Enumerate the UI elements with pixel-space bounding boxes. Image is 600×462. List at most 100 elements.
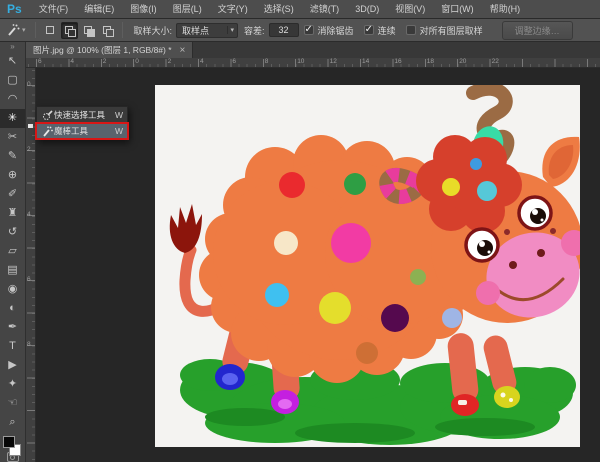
checkbox-icon (304, 25, 314, 35)
type-tool-icon: T (9, 340, 16, 352)
ruler-number: 6 (27, 276, 31, 283)
document-tab[interactable]: 图片.jpg @ 100% (图层 1, RGB/8#) * × (26, 42, 193, 58)
ruler-number: 2 (103, 58, 107, 65)
menu-filter[interactable]: 滤镜(T) (302, 0, 348, 18)
lasso-tool[interactable]: ◠ (0, 90, 25, 109)
ruler-number: 6 (232, 58, 236, 65)
healing-brush-tool-icon: ⊕ (8, 169, 17, 181)
clone-stamp-tool-icon: ♜ (8, 207, 18, 219)
menu-3d[interactable]: 3D(D) (347, 0, 387, 18)
left-eye (466, 229, 498, 261)
tool-preset-caret: ▾ (22, 26, 26, 34)
sample-all-layers-label: 对所有图层取样 (420, 24, 483, 37)
menu-edit[interactable]: 编辑(E) (76, 0, 122, 18)
options-bar: ▾ 取样大小: 取样点 ▾ 容差: 32 消除锯齿 连续 对所有图层取样 调整边… (0, 19, 600, 42)
ruler-number: 0 (135, 58, 139, 65)
horizontal-ruler[interactable]: 6420246810121416182022 (26, 58, 600, 68)
gradient-tool[interactable]: ▤ (0, 261, 25, 280)
ruler-number: 4 (200, 58, 204, 65)
flower-dot (442, 178, 460, 196)
tolerance-input[interactable]: 32 (269, 23, 299, 37)
move-tool[interactable]: ↖ (0, 52, 25, 71)
flyout-item-label: 快速选择工具 (54, 109, 111, 121)
toolbar: » ↖ ▢ ◠✳✂ ✎ ⊕ ✐ ♜ ↺ ▱ ▤ ◉ ◐✒ T ▶ ✦ ☜ ⌕ (0, 42, 26, 462)
sample-size-dropdown[interactable]: 取样点 ▾ (176, 23, 238, 38)
current-tool-button[interactable]: ▾ (0, 23, 30, 37)
clone-stamp-tool[interactable]: ♜ (0, 204, 25, 223)
gradient-tool-icon: ▤ (7, 264, 17, 276)
color-swatches[interactable] (0, 434, 25, 452)
hand-tool[interactable]: ☜ (0, 394, 25, 413)
hoof-yellow (494, 386, 520, 408)
tolerance-label: 容差: (244, 24, 265, 37)
healing-brush-tool[interactable]: ⊕ (0, 166, 25, 185)
body-dot (410, 269, 426, 285)
body-dot (265, 283, 289, 307)
path-selection-tool[interactable]: ▶ (0, 356, 25, 375)
document-canvas[interactable] (155, 85, 580, 447)
contiguous-checkbox[interactable]: 连续 (364, 24, 396, 37)
menu-help[interactable]: 帮助(H) (482, 0, 529, 18)
shape-tool-icon: ✦ (8, 378, 17, 390)
menu-image[interactable]: 图像(I) (122, 0, 165, 18)
body-dot (381, 304, 409, 332)
eyedropper-tool[interactable]: ✎ (0, 147, 25, 166)
menu-select[interactable]: 选择(S) (256, 0, 302, 18)
dodge-tool[interactable]: ◐ (0, 299, 25, 318)
tab-close-icon[interactable]: × (180, 45, 186, 56)
sample-all-layers-checkbox[interactable]: 对所有图层取样 (406, 24, 483, 37)
body-dot (356, 342, 378, 364)
brush-tool-icon: ✐ (8, 188, 17, 200)
toolbar-collapse-icon[interactable]: » (0, 42, 25, 52)
flyout-magic-wand-tool[interactable]: 魔棒工具 W (37, 123, 127, 139)
menu-type[interactable]: 文字(Y) (210, 0, 256, 18)
menu-layer[interactable]: 图层(L) (165, 0, 210, 18)
menu-file[interactable]: 文件(F) (31, 0, 77, 18)
magic-wand-tool[interactable]: ✳ (0, 109, 25, 128)
menu-view[interactable]: 视图(V) (387, 0, 433, 18)
refine-edge-button[interactable]: 调整边缘… (502, 21, 573, 40)
intersect-selection-button[interactable] (99, 22, 116, 39)
flower-dot (470, 158, 482, 170)
photoshop-logo: Ps (0, 2, 31, 16)
blur-tool-icon: ◉ (8, 283, 18, 295)
shape-tool[interactable]: ✦ (0, 375, 25, 394)
separator (35, 22, 36, 38)
crop-tool[interactable]: ✂ (0, 128, 25, 147)
type-tool[interactable]: T (0, 337, 25, 356)
foreground-color-swatch[interactable] (3, 436, 15, 448)
pen-tool[interactable]: ✒ (0, 318, 25, 337)
brush-tool[interactable]: ✐ (0, 185, 25, 204)
document-title: 图片.jpg @ 100% (图层 1, RGB/8#) * (33, 44, 172, 56)
history-brush-tool[interactable]: ↺ (0, 223, 25, 242)
ruler-number: 2 (168, 58, 172, 65)
ruler-marker (28, 124, 33, 128)
nostril (537, 249, 545, 257)
marquee-tool[interactable]: ▢ (0, 71, 25, 90)
add-selection-icon-overlay (68, 29, 76, 37)
freckle (504, 229, 510, 235)
flower-dot (477, 181, 497, 201)
zoom-tool[interactable]: ⌕ (0, 413, 25, 432)
add-to-selection-button[interactable] (61, 22, 78, 39)
quick-selection-icon (41, 110, 54, 121)
flyout-quick-selection-tool[interactable]: 快速选择工具 W (37, 107, 127, 123)
tool-flyout-menu: 快速选择工具 W 魔棒工具 W (36, 106, 128, 140)
contiguous-label: 连续 (378, 24, 396, 37)
ruler-number: 8 (265, 58, 269, 65)
eraser-tool-icon: ▱ (8, 245, 16, 257)
subtract-selection-icon-overlay (87, 29, 95, 37)
zoom-tool-icon: ⌕ (9, 416, 15, 428)
anti-alias-checkbox[interactable]: 消除锯齿 (304, 24, 354, 37)
eyedropper-tool-icon: ✎ (8, 150, 17, 162)
subtract-from-selection-button[interactable] (80, 22, 97, 39)
marquee-tool-icon: ▢ (7, 74, 17, 86)
ruler-number: 22 (492, 58, 499, 65)
menu-window[interactable]: 窗口(W) (433, 0, 482, 18)
ruler-number: 10 (297, 58, 304, 65)
dropdown-arrow-icon: ▾ (227, 26, 238, 34)
blur-tool[interactable]: ◉ (0, 280, 25, 299)
new-selection-button[interactable] (42, 22, 59, 39)
menu-bar: Ps 文件(F) 编辑(E) 图像(I) 图层(L) 文字(Y) 选择(S) 滤… (0, 0, 600, 19)
eraser-tool[interactable]: ▱ (0, 242, 25, 261)
